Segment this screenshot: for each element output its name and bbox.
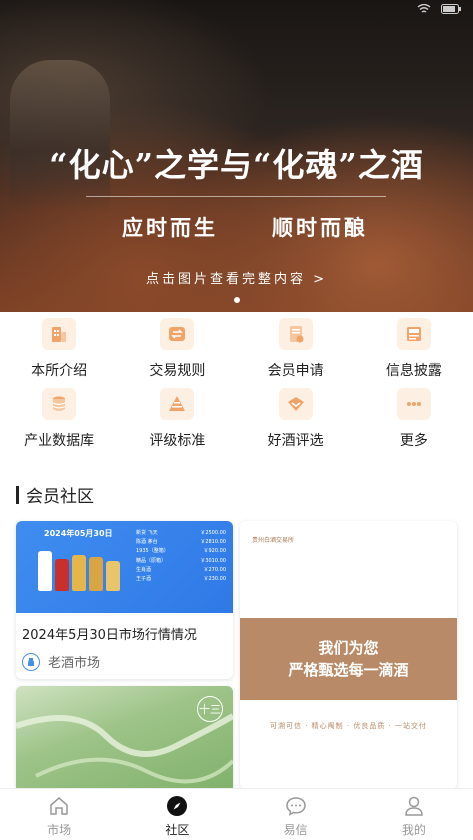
banner-divider: [86, 196, 386, 197]
grid-label: 产业数据库: [24, 433, 95, 449]
document-icon: [396, 318, 431, 350]
tab-label: 易信: [283, 823, 308, 837]
price-table: 新货 飞天 ￥2500.00 陈酒 茅台 ￥2810.00 1935（整箱） ￥920…: [136, 529, 226, 584]
grid-label: 会员申请: [267, 363, 324, 379]
grid-item-more[interactable]: 更多: [355, 388, 473, 450]
price-row: 生肖酒 ￥270.00: [136, 566, 226, 573]
chat-icon: [285, 795, 307, 817]
price-row: 1935（整箱） ￥920.00: [136, 548, 226, 555]
banner-subtitle-left: 应时而生: [122, 215, 218, 240]
battery-icon: [441, 4, 461, 17]
feature-grid: 本所介绍 交易规则 会员申请 信息披露 产业数据库 评级标准 好酒评选 更多: [0, 318, 473, 450]
hero-banner[interactable]: “化心”之学与“化魂”之酒 应时而生 顺时而酿 点击图片查看完整内容 >: [0, 0, 473, 312]
tab-label: 社区: [165, 823, 190, 837]
price-row: 精品（原箱） ￥3010.00: [136, 557, 226, 564]
grid-item-rating[interactable]: 评级标准: [118, 388, 236, 450]
author-name[interactable]: 老酒市场: [48, 652, 100, 671]
tab-label: 我的: [401, 823, 426, 837]
exchange-icon: [160, 318, 195, 350]
bottles-image: [38, 551, 120, 591]
promo-band: 我们为您 严格甄选每一滴酒: [240, 618, 457, 700]
tab-market[interactable]: 市场: [0, 789, 118, 840]
banner-hint[interactable]: 点击图片查看完整内容 >: [0, 268, 473, 287]
post-card-market[interactable]: 2024年05月30日 新货 飞天 ￥2500.00 陈酒 茅台 ￥2810.00 …: [16, 521, 233, 679]
post-meta: 老酒市场: [16, 643, 233, 671]
more-icon: [396, 388, 431, 420]
grid-item-rules[interactable]: 交易规则: [118, 318, 236, 380]
grid-label: 更多: [399, 433, 428, 449]
banner-subtitle-right: 顺时而酿: [272, 215, 368, 240]
home-icon: [48, 795, 70, 817]
worker-silhouette: [10, 60, 110, 210]
grid-item-disclosure[interactable]: 信息披露: [355, 318, 473, 380]
grid-label: 评级标准: [149, 433, 206, 449]
section-bar: [16, 485, 19, 504]
pagination-dot: [233, 297, 240, 303]
database-icon: [42, 388, 77, 420]
post-title: 2024年5月30日市场行情情况: [22, 628, 197, 643]
grid-label: 好酒评选: [267, 433, 324, 449]
thumbnail-date: 2024年05月30日: [44, 529, 113, 538]
grid-label: 本所介绍: [31, 363, 88, 379]
pyramid-icon: [160, 388, 195, 420]
section-header: 会员社区: [16, 482, 94, 507]
post-thumbnail: 2024年05月30日 新货 飞天 ￥2500.00 陈酒 茅台 ￥2810.00 …: [16, 521, 233, 613]
tab-label: 市场: [47, 823, 72, 837]
price-row: 陈酒 茅台 ￥2810.00: [136, 539, 226, 546]
form-icon: [278, 318, 313, 350]
brand-logo: 贵州白酒交易所: [252, 537, 295, 544]
tab-community[interactable]: 社区: [118, 789, 236, 840]
status-bar: [417, 3, 461, 17]
grid-item-intro[interactable]: 本所介绍: [0, 318, 118, 380]
user-icon: [403, 795, 425, 817]
ribbon-icon: [278, 388, 313, 420]
grid-label: 交易规则: [149, 363, 206, 379]
grid-label: 信息披露: [385, 363, 442, 379]
banner-title: “化心”之学与“化魂”之酒: [49, 146, 424, 184]
post-card-landscape[interactable]: 十三: [16, 686, 233, 796]
wifi-icon: [417, 3, 431, 17]
promo-line-1: 我们为您: [318, 639, 379, 657]
grid-item-database[interactable]: 产业数据库: [0, 388, 118, 450]
promo-line-2: 严格甄选每一滴酒: [288, 661, 409, 679]
price-row: 王子酒 ￥230.00: [136, 576, 226, 583]
solar-term-badge: 十三: [197, 696, 223, 722]
tab-messages[interactable]: 易信: [237, 789, 355, 840]
promo-tagline: 可溯可信 · 精心阄制 · 优良品质 · 一站交付: [269, 722, 428, 730]
compass-icon: [166, 795, 188, 817]
grid-item-membership[interactable]: 会员申请: [237, 318, 355, 380]
tab-profile[interactable]: 我的: [355, 789, 473, 840]
bottom-tab-bar: 市场 社区 易信 我的: [0, 788, 473, 840]
section-title: 会员社区: [26, 487, 94, 507]
building-icon: [42, 318, 77, 350]
price-row: 新货 飞天 ￥2500.00: [136, 530, 226, 536]
post-card-promo[interactable]: 贵州白酒交易所 我们为您 严格甄选每一滴酒 可溯可信 · 精心阄制 · 优良品质…: [240, 521, 457, 789]
author-avatar[interactable]: [22, 652, 40, 671]
banner-pagination: [0, 297, 473, 303]
grid-item-selection[interactable]: 好酒评选: [237, 388, 355, 450]
